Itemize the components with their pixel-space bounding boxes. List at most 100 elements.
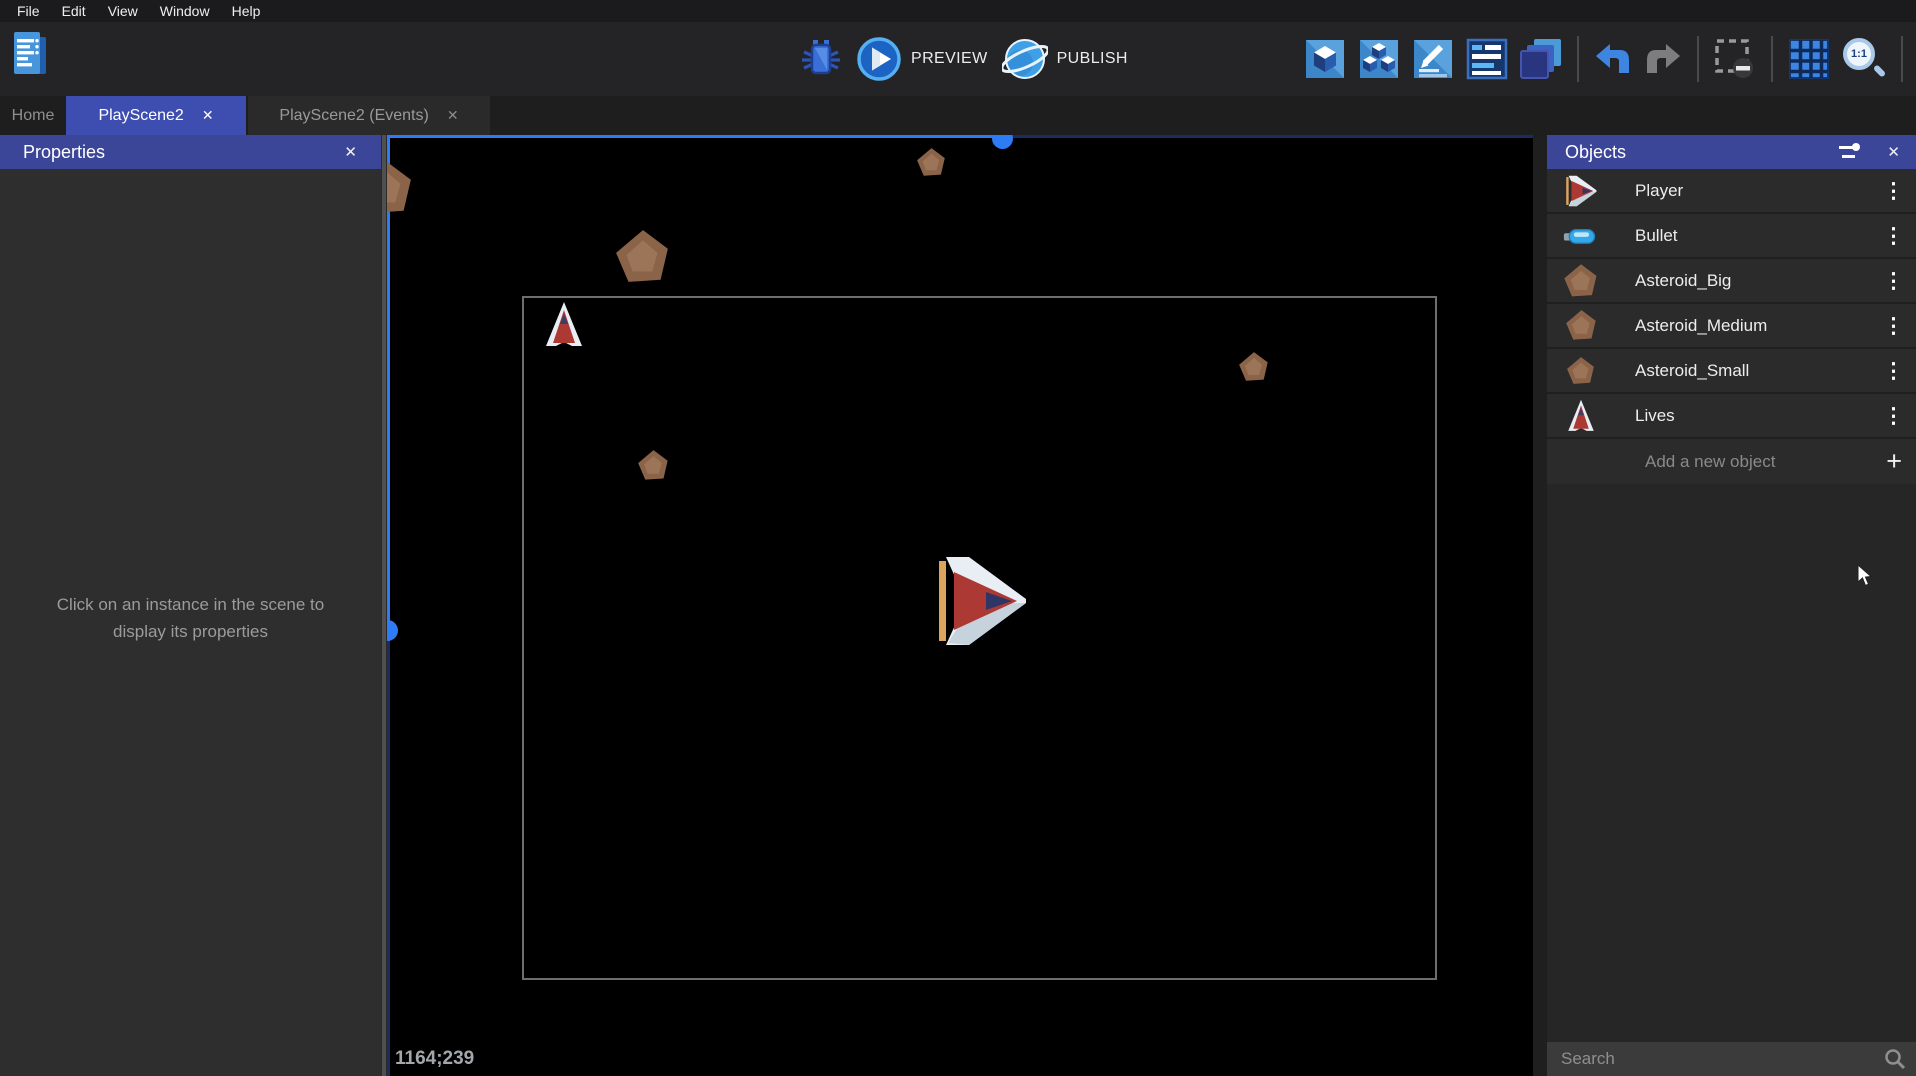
undo-button[interactable] <box>1593 42 1633 76</box>
asteroid-thumbnail-icon <box>1561 309 1601 342</box>
clear-selection-button[interactable] <box>1713 37 1757 81</box>
menu-help[interactable]: Help <box>221 3 272 19</box>
properties-panel-button[interactable] <box>1411 37 1455 81</box>
tab-playscene2[interactable]: PlayScene2 ✕ <box>66 96 246 135</box>
main-menu-button[interactable] <box>12 30 48 78</box>
object-label: Bullet <box>1635 226 1678 246</box>
selection-edge-top-dark <box>1003 135 1533 138</box>
debugger-bug-icon <box>800 37 842 81</box>
tab-bar: Home PlayScene2 ✕ PlayScene2 (Events) ✕ <box>0 96 1916 135</box>
toolbar-center: PREVIEW PUBLISH <box>800 22 1128 96</box>
instances-list-icon <box>1465 37 1509 81</box>
asteroid-instance[interactable] <box>387 159 415 217</box>
object-groups-button[interactable] <box>1357 37 1401 81</box>
filter-icon[interactable] <box>1839 144 1861 160</box>
redo-button[interactable] <box>1643 42 1683 76</box>
tab-close-icon[interactable]: ✕ <box>202 107 214 124</box>
tab-home-label: Home <box>12 107 55 125</box>
toolbar-divider <box>1697 36 1699 82</box>
player-thumbnail-icon <box>1561 175 1601 207</box>
objects-panel-title: Objects <box>1565 142 1626 163</box>
object-menu-icon[interactable]: ⋮ <box>1883 225 1904 246</box>
toolbar-right: 1:1 <box>1303 22 1916 96</box>
selection-handle-top[interactable] <box>992 135 1013 149</box>
tab-close-icon[interactable]: ✕ <box>447 107 459 124</box>
panel-resize-handle-right[interactable] <box>1533 135 1547 1076</box>
publish-planet-icon <box>1002 36 1048 82</box>
lives-instance[interactable] <box>545 301 583 349</box>
selection-handle-left[interactable] <box>387 620 398 641</box>
debugger-button[interactable] <box>800 37 842 81</box>
layers-editor-button[interactable] <box>1519 37 1563 81</box>
menu-view[interactable]: View <box>97 3 149 19</box>
object-label: Asteroid_Medium <box>1635 316 1767 336</box>
tab-playscene2-label: PlayScene2 <box>98 107 183 125</box>
object-label: Asteroid_Small <box>1635 361 1749 381</box>
objects-editor-button[interactable] <box>1303 37 1347 81</box>
object-row-lives[interactable]: Lives ⋮ <box>1547 394 1916 439</box>
tab-playscene2-events[interactable]: PlayScene2 (Events) ✕ <box>248 96 490 135</box>
add-object-button[interactable]: Add a new object + <box>1547 439 1916 484</box>
objects-search-bar <box>1547 1042 1916 1076</box>
deselect-icon <box>1713 37 1757 81</box>
objects-panel: Objects ✕ Player ⋮ <box>1547 135 1916 1076</box>
layers-icon <box>1519 37 1563 81</box>
properties-panel-title: Properties <box>23 142 105 163</box>
cursor-coordinates: 1164;239 <box>395 1048 474 1070</box>
add-object-label: Add a new object <box>1645 452 1775 472</box>
scene-editor-canvas[interactable]: 1164;239 <box>387 135 1533 1076</box>
undo-icon <box>1593 42 1633 76</box>
object-row-bullet[interactable]: Bullet ⋮ <box>1547 214 1916 259</box>
object-menu-icon[interactable]: ⋮ <box>1883 360 1904 381</box>
object-label: Player <box>1635 181 1683 201</box>
tab-home[interactable]: Home <box>0 96 66 135</box>
object-row-asteroid-big[interactable]: Asteroid_Big ⋮ <box>1547 259 1916 304</box>
search-icon <box>1884 1048 1906 1075</box>
zoom-ratio-label: 1:1 <box>1851 48 1867 60</box>
preview-label: PREVIEW <box>911 50 988 68</box>
grid-icon <box>1787 37 1831 81</box>
magnifier-handle <box>1873 64 1886 77</box>
plus-icon: + <box>1886 446 1902 477</box>
properties-panel-header: Properties ✕ <box>0 135 381 169</box>
zoom-original-button[interactable]: 1:1 <box>1841 36 1887 82</box>
zoom-magnifier-icon: 1:1 <box>1843 38 1875 70</box>
menu-window[interactable]: Window <box>149 3 221 19</box>
asteroid-thumbnail-icon <box>1561 356 1601 386</box>
objects-close-icon[interactable]: ✕ <box>1887 143 1900 161</box>
filter-knob <box>1852 143 1860 151</box>
asteroid-instance[interactable] <box>1238 351 1270 383</box>
menu-bar: File Edit View Window Help <box>0 0 1916 22</box>
gdevelop-logo-icon <box>12 30 48 78</box>
object-menu-icon[interactable]: ⋮ <box>1883 270 1904 291</box>
properties-empty-message: Click on an instance in the scene to dis… <box>0 591 381 645</box>
object-row-asteroid-medium[interactable]: Asteroid_Medium ⋮ <box>1547 304 1916 349</box>
player-instance[interactable] <box>939 555 1027 647</box>
object-menu-icon[interactable]: ⋮ <box>1883 315 1904 336</box>
toolbar-divider <box>1577 36 1579 82</box>
properties-close-icon[interactable]: ✕ <box>344 143 357 161</box>
objects-editor-icon <box>1303 37 1347 81</box>
object-row-asteroid-small[interactable]: Asteroid_Small ⋮ <box>1547 349 1916 394</box>
object-menu-icon[interactable]: ⋮ <box>1883 180 1904 201</box>
edit-properties-icon <box>1411 37 1455 81</box>
publish-button[interactable]: PUBLISH <box>1002 36 1128 82</box>
grid-button[interactable] <box>1787 37 1831 81</box>
toolbar-divider <box>1901 36 1903 82</box>
object-row-player[interactable]: Player ⋮ <box>1547 169 1916 214</box>
instances-list-button[interactable] <box>1465 37 1509 81</box>
menu-edit[interactable]: Edit <box>51 3 97 19</box>
object-menu-icon[interactable]: ⋮ <box>1883 405 1904 426</box>
asteroid-instance[interactable] <box>637 449 670 482</box>
tab-playscene2-events-label: PlayScene2 (Events) <box>279 107 428 125</box>
preview-button[interactable]: PREVIEW <box>856 36 988 82</box>
toolbar: PREVIEW PUBLISH <box>0 22 1916 96</box>
menu-file[interactable]: File <box>6 3 51 19</box>
toolbar-divider <box>1771 36 1773 82</box>
bullet-thumbnail-icon <box>1561 223 1601 249</box>
selection-edge-top <box>387 135 1003 138</box>
asteroid-instance[interactable] <box>614 228 672 286</box>
asteroid-instance[interactable] <box>916 147 947 178</box>
search-input[interactable] <box>1547 1049 1857 1069</box>
lives-thumbnail-icon <box>1561 399 1601 433</box>
